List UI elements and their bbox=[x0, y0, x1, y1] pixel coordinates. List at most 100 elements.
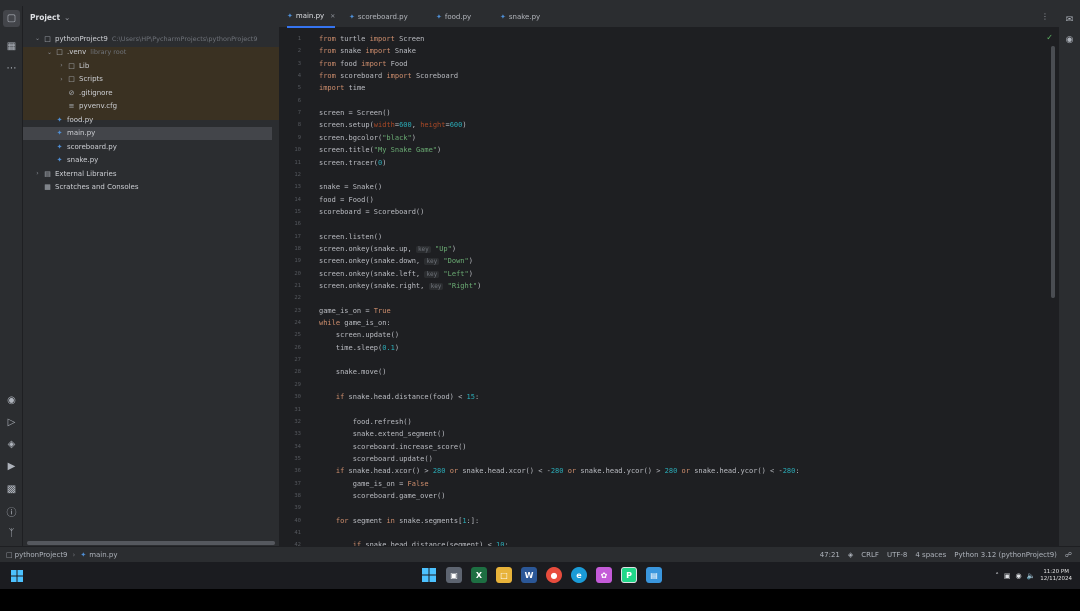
windows-start-icon[interactable] bbox=[11, 570, 23, 582]
chevron-right-icon[interactable]: › bbox=[57, 76, 66, 83]
project-horizontal-scrollbar[interactable] bbox=[27, 541, 275, 545]
code-line[interactable]: from food import Food bbox=[319, 60, 408, 68]
line-ending[interactable]: CRLF bbox=[861, 551, 879, 559]
code-line[interactable]: screen.setup(width=600, height=600) bbox=[319, 121, 467, 129]
ai-assistant-icon[interactable]: ◉ bbox=[1062, 32, 1077, 47]
code-line[interactable]: import time bbox=[319, 84, 365, 92]
lock-icon[interactable]: ☍ bbox=[1065, 551, 1072, 559]
excel-icon[interactable]: X bbox=[471, 567, 487, 583]
clock[interactable]: 11:20 PM 12/11/2024 bbox=[1040, 569, 1072, 582]
chevron-up-icon[interactable]: ˄ bbox=[995, 572, 999, 580]
breadcrumb-file[interactable]: main.py bbox=[89, 551, 117, 559]
project-panel-header[interactable]: Project ⌄ bbox=[23, 6, 279, 28]
code-line[interactable]: screen.onkey(snake.up, key "Up") bbox=[319, 245, 456, 253]
notepad-icon[interactable]: ▤ bbox=[646, 567, 662, 583]
code-line[interactable]: screen.onkey(snake.left, key "Left") bbox=[319, 270, 473, 278]
code-line[interactable]: screen.update() bbox=[319, 331, 399, 339]
breadcrumb-project[interactable]: pythonProject9 bbox=[15, 551, 68, 559]
terminal-icon[interactable]: ▩ bbox=[3, 481, 20, 498]
project-tool-icon[interactable]: ▢ bbox=[3, 10, 20, 27]
code-line[interactable]: scoreboard.increase_score() bbox=[319, 443, 467, 451]
interpreter[interactable]: Python 3.12 (pythonProject9) bbox=[954, 551, 1057, 559]
editor-vertical-scrollbar[interactable] bbox=[1051, 46, 1055, 298]
notifications-icon[interactable]: ✉ bbox=[1062, 12, 1077, 27]
python-packages-icon[interactable]: ◉ bbox=[3, 392, 20, 409]
tree-item[interactable]: ⌄ □ pythonProject9 C:\Users\HP\PycharmProje… bbox=[23, 32, 279, 46]
close-icon[interactable]: ✕ bbox=[330, 13, 335, 20]
run-icon[interactable]: ▷ bbox=[3, 414, 20, 431]
tab-options-icon[interactable]: ⋮ bbox=[1041, 12, 1049, 21]
code-line[interactable]: screen.onkey(snake.right, key "Right") bbox=[319, 282, 481, 290]
code-line[interactable]: time.sleep(0.1) bbox=[319, 344, 399, 352]
pycharm-icon[interactable]: P bbox=[621, 567, 637, 583]
display-icon[interactable]: ▣ bbox=[1004, 572, 1011, 580]
tab-main-py[interactable]: ✦ main.py ✕ bbox=[287, 6, 336, 28]
layers-icon[interactable]: ◈ bbox=[3, 436, 20, 453]
code-line[interactable]: for segment in snake.segments[1:]: bbox=[319, 517, 479, 525]
indent-setting[interactable]: 4 spaces bbox=[915, 551, 946, 559]
wifi-icon[interactable]: ◉ bbox=[1015, 572, 1021, 580]
chevron-right-icon[interactable]: › bbox=[57, 62, 66, 69]
photos-icon[interactable]: ✿ bbox=[596, 567, 612, 583]
code-line[interactable]: while game_is_on: bbox=[319, 319, 391, 327]
git-icon[interactable]: ᛉ bbox=[3, 525, 20, 542]
code-line[interactable]: snake.move() bbox=[319, 368, 387, 376]
line-number: 4 bbox=[297, 73, 301, 80]
code-line[interactable]: from turtle import Screen bbox=[319, 35, 424, 43]
caret-position[interactable]: 47:21 bbox=[820, 551, 840, 559]
code-line[interactable]: screen.onkey(snake.down, key "Down") bbox=[319, 257, 473, 266]
code-line[interactable]: from snake import Snake bbox=[319, 47, 416, 55]
file-encoding[interactable]: UTF-8 bbox=[887, 551, 907, 559]
code-line[interactable]: screen.listen() bbox=[319, 233, 382, 241]
code-line[interactable]: screen.bgcolor("black") bbox=[319, 134, 416, 142]
ai-icon[interactable]: ◈ bbox=[848, 551, 853, 559]
chrome-icon[interactable]: ● bbox=[546, 567, 562, 583]
tree-item[interactable]: › □ Scripts bbox=[23, 73, 279, 87]
tab-snake-py[interactable]: ✦ snake.py bbox=[500, 6, 540, 28]
code-line[interactable]: from scoreboard import Scoreboard bbox=[319, 72, 458, 80]
tree-item[interactable]: ✦ main.py bbox=[23, 126, 272, 140]
code-line[interactable]: screen.tracer(0) bbox=[319, 159, 386, 167]
code-line[interactable]: food = Food() bbox=[319, 196, 374, 204]
tree-item[interactable]: ✦ food.py bbox=[23, 113, 279, 127]
code-line[interactable]: snake.extend_segment() bbox=[319, 430, 446, 438]
code-line[interactable]: scoreboard.update() bbox=[319, 455, 433, 463]
code-line[interactable]: game_is_on = True bbox=[319, 307, 391, 315]
code-line[interactable]: screen = Screen() bbox=[319, 109, 391, 117]
code-line[interactable]: screen.title("My Snake Game") bbox=[319, 146, 441, 154]
start-menu-icon[interactable] bbox=[421, 567, 437, 583]
tree-item[interactable]: ✦ snake.py bbox=[23, 154, 279, 168]
line-number: 22 bbox=[294, 295, 301, 302]
chevron-right-icon[interactable]: › bbox=[33, 170, 42, 177]
tree-item[interactable]: ▦ Scratches and Consoles bbox=[23, 181, 279, 195]
more-tools-icon[interactable]: ⋯ bbox=[3, 60, 20, 77]
code-line[interactable]: if snake.head.xcor() > 280 or snake.head… bbox=[319, 467, 800, 475]
volume-icon[interactable]: 🔈 bbox=[1027, 572, 1036, 580]
tree-item[interactable]: ✦ scoreboard.py bbox=[23, 140, 279, 154]
tree-item[interactable]: › ▤ External Libraries bbox=[23, 167, 279, 181]
inspection-ok-icon[interactable]: ✓ bbox=[1046, 33, 1053, 42]
services-icon[interactable]: ▶ bbox=[3, 458, 20, 475]
code-line[interactable]: game_is_on = False bbox=[319, 480, 429, 488]
tree-item[interactable]: › □ Lib bbox=[23, 59, 279, 73]
file-explorer-icon[interactable]: □ bbox=[496, 567, 512, 583]
code-line[interactable]: food.refresh() bbox=[319, 418, 412, 426]
code-line[interactable]: scoreboard.game_over() bbox=[319, 492, 446, 500]
code-editor[interactable]: from turtle import Screen from snake impo… bbox=[319, 28, 1039, 549]
word-icon[interactable]: W bbox=[521, 567, 537, 583]
tree-item[interactable]: ≡ pyvenv.cfg bbox=[23, 100, 279, 114]
problems-icon[interactable]: ⓘ bbox=[3, 503, 20, 520]
edge-icon[interactable]: e bbox=[571, 567, 587, 583]
code-line[interactable]: snake = Snake() bbox=[319, 183, 382, 191]
structure-tool-icon[interactable]: ▦ bbox=[3, 38, 20, 55]
tree-item[interactable]: ⌄ □ .venv library root bbox=[23, 46, 279, 60]
code-line[interactable]: if snake.head.distance(food) < 15: bbox=[319, 393, 479, 401]
task-view-icon[interactable]: ▣ bbox=[446, 567, 462, 583]
code-line[interactable]: scoreboard = Scoreboard() bbox=[319, 208, 424, 216]
tree-item[interactable]: ⊘ .gitignore bbox=[23, 86, 279, 100]
tab-food-py[interactable]: ✦ food.py bbox=[436, 6, 471, 28]
chevron-down-icon[interactable]: ⌄ bbox=[45, 49, 54, 56]
tab-scoreboard-py[interactable]: ✦ scoreboard.py bbox=[349, 6, 408, 28]
chevron-down-icon[interactable]: ⌄ bbox=[33, 35, 42, 42]
right-tool-strip: ✉ ◉ bbox=[1059, 6, 1080, 546]
